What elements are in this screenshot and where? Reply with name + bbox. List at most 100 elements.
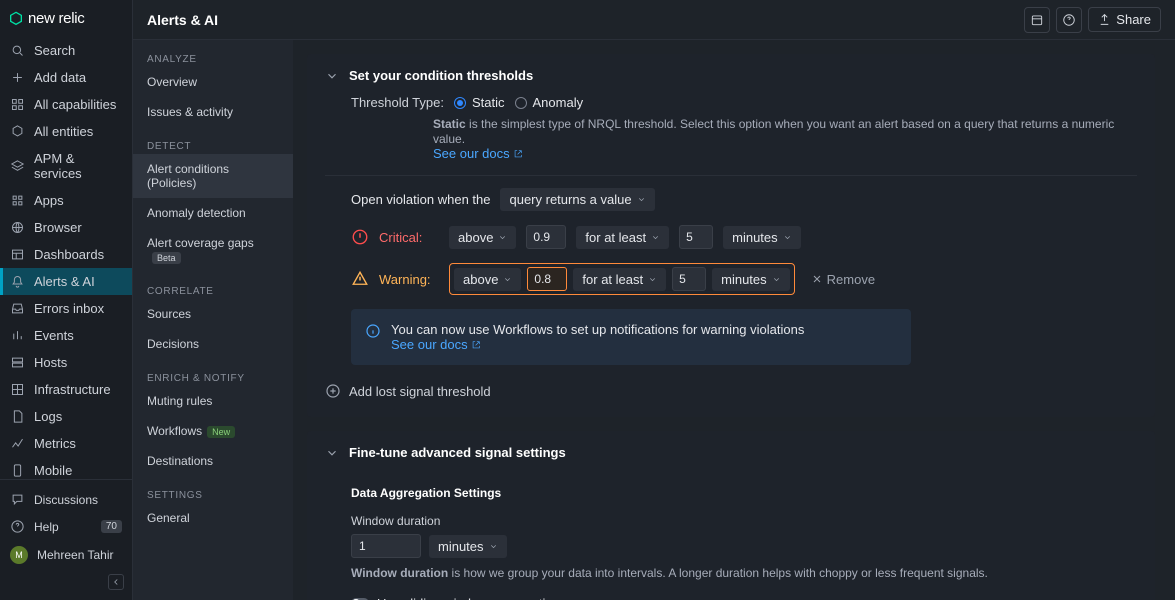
static-desc: is the simplest type of NRQL threshold. … xyxy=(433,117,1114,146)
warning-label: Warning: xyxy=(379,272,439,287)
share-button[interactable]: Share xyxy=(1088,7,1161,32)
date-button[interactable] xyxy=(1024,7,1050,33)
warning-forat[interactable]: for at least xyxy=(573,268,666,291)
nav-label: Help xyxy=(34,520,59,534)
warning-value-input[interactable] xyxy=(527,267,567,291)
nav-hosts[interactable]: Hosts xyxy=(0,349,132,376)
page-header: Alerts & AI Share xyxy=(133,0,1175,40)
nav-label: Mobile xyxy=(34,463,72,478)
nav-discussions[interactable]: Discussions xyxy=(0,486,132,513)
warning-above[interactable]: above xyxy=(454,268,521,291)
help-icon xyxy=(1062,13,1076,27)
grid-icon xyxy=(10,97,25,112)
advanced-heading: Fine-tune advanced signal settings xyxy=(349,445,566,460)
nav-mobile[interactable]: Mobile xyxy=(0,457,132,479)
nav-logs[interactable]: Logs xyxy=(0,403,132,430)
secondary-nav: ANALYZEOverviewIssues & activityDETECTAl… xyxy=(133,40,293,600)
midnav-section-correlate: CORRELATE xyxy=(133,286,293,299)
midnav-overview[interactable]: Overview xyxy=(133,67,293,97)
help-button[interactable] xyxy=(1056,7,1082,33)
nav-label: Browser xyxy=(34,220,82,235)
content-area: Set your condition thresholds Threshold … xyxy=(293,40,1175,600)
brand-text: new relic xyxy=(28,10,85,27)
radio-anomaly[interactable]: Anomaly xyxy=(515,95,584,110)
midnav-section-analyze: ANALYZE xyxy=(133,54,293,67)
nav-label: All entities xyxy=(34,124,93,139)
nav-apm-services[interactable]: APM & services xyxy=(0,145,132,187)
nav-alerts-ai[interactable]: Alerts & AI xyxy=(0,268,132,295)
chevron-down-icon xyxy=(325,446,339,460)
nav-metrics[interactable]: Metrics xyxy=(0,430,132,457)
critical-row: Critical: above for at least minutes xyxy=(325,225,1137,249)
nav-errors-inbox[interactable]: Errors inbox xyxy=(0,295,132,322)
midnav-alert-conditions-policies-[interactable]: Alert conditions (Policies) xyxy=(133,154,293,198)
radio-anomaly-label: Anomaly xyxy=(533,95,584,110)
nav-search[interactable]: Search xyxy=(0,37,132,64)
midnav-workflows[interactable]: WorkflowsNew xyxy=(133,416,293,446)
critical-unit[interactable]: minutes xyxy=(723,226,801,249)
bars-icon xyxy=(10,328,25,343)
aggregation-heading: Data Aggregation Settings xyxy=(351,486,501,500)
midnav-decisions[interactable]: Decisions xyxy=(133,329,293,359)
info-see-docs[interactable]: See our docs xyxy=(391,337,481,352)
critical-above[interactable]: above xyxy=(449,226,516,249)
warning-unit[interactable]: minutes xyxy=(712,268,790,291)
window-duration-label: Window duration xyxy=(351,514,1137,528)
critical-forat[interactable]: for at least xyxy=(576,226,669,249)
nav-add-data[interactable]: Add data xyxy=(0,64,132,91)
warning-duration-input[interactable] xyxy=(672,267,706,291)
collapse-nav-button[interactable] xyxy=(108,574,124,590)
critical-duration-input[interactable] xyxy=(679,225,713,249)
midnav-sources[interactable]: Sources xyxy=(133,299,293,329)
nav-browser[interactable]: Browser xyxy=(0,214,132,241)
thresholds-toggle[interactable]: Set your condition thresholds xyxy=(325,68,1137,83)
nav-label: Dashboards xyxy=(34,247,104,262)
critical-label: Critical: xyxy=(379,230,439,245)
open-violation-label: Open violation when the xyxy=(351,192,490,207)
add-lost-signal-button[interactable]: Add lost signal threshold xyxy=(325,383,1137,399)
nav-events[interactable]: Events xyxy=(0,322,132,349)
chevron-left-icon xyxy=(111,577,121,587)
nav-label: Alerts & AI xyxy=(34,274,95,289)
midnav-destinations[interactable]: Destinations xyxy=(133,446,293,476)
left-nav: new relic SearchAdd dataAll capabilities… xyxy=(0,0,133,600)
advanced-toggle[interactable]: Fine-tune advanced signal settings xyxy=(325,445,1137,460)
midnav-issues-activity[interactable]: Issues & activity xyxy=(133,97,293,127)
midnav-general[interactable]: General xyxy=(133,503,293,533)
static-bold: Static xyxy=(433,117,466,131)
midnav-anomaly-detection[interactable]: Anomaly detection xyxy=(133,198,293,228)
grid4-icon xyxy=(10,193,25,208)
critical-icon xyxy=(351,228,369,246)
chat-icon xyxy=(10,492,25,507)
window-duration-unit[interactable]: minutes xyxy=(429,535,507,558)
query-returns-pill[interactable]: query returns a value xyxy=(500,188,654,211)
warning-icon xyxy=(351,270,369,288)
nav-label: Errors inbox xyxy=(34,301,104,316)
brand-logo[interactable]: new relic xyxy=(8,10,124,27)
nav-label: Hosts xyxy=(34,355,67,370)
nav-dashboards[interactable]: Dashboards xyxy=(0,241,132,268)
nav-all-capabilities[interactable]: All capabilities xyxy=(0,91,132,118)
remove-warning-button[interactable]: Remove xyxy=(811,272,875,287)
midnav-alert-coverage-gaps[interactable]: Alert coverage gapsBeta xyxy=(133,228,293,272)
share-icon xyxy=(1098,13,1111,26)
nav-infrastructure[interactable]: Infrastructure xyxy=(0,376,132,403)
nav-all-entities[interactable]: All entities xyxy=(0,118,132,145)
nav-apps[interactable]: Apps xyxy=(0,187,132,214)
midnav-muting-rules[interactable]: Muting rules xyxy=(133,386,293,416)
nav-label: Apps xyxy=(34,193,64,208)
chevron-down-icon xyxy=(325,69,339,83)
tag-new: New xyxy=(207,426,235,438)
window-duration-input[interactable] xyxy=(351,534,421,558)
plus-circle-icon xyxy=(325,383,341,399)
user-row[interactable]: M Mehreen Tahir xyxy=(0,540,132,570)
chevron-down-icon xyxy=(637,195,646,204)
nav-help[interactable]: Help70 xyxy=(0,513,132,540)
see-docs-link[interactable]: See our docs xyxy=(433,146,523,161)
critical-value-input[interactable] xyxy=(526,225,566,249)
thresholds-heading: Set your condition thresholds xyxy=(349,68,533,83)
radio-static[interactable]: Static xyxy=(454,95,505,110)
alert-icon xyxy=(10,274,25,289)
page-title: Alerts & AI xyxy=(147,12,218,28)
nav-label: APM & services xyxy=(34,151,122,181)
